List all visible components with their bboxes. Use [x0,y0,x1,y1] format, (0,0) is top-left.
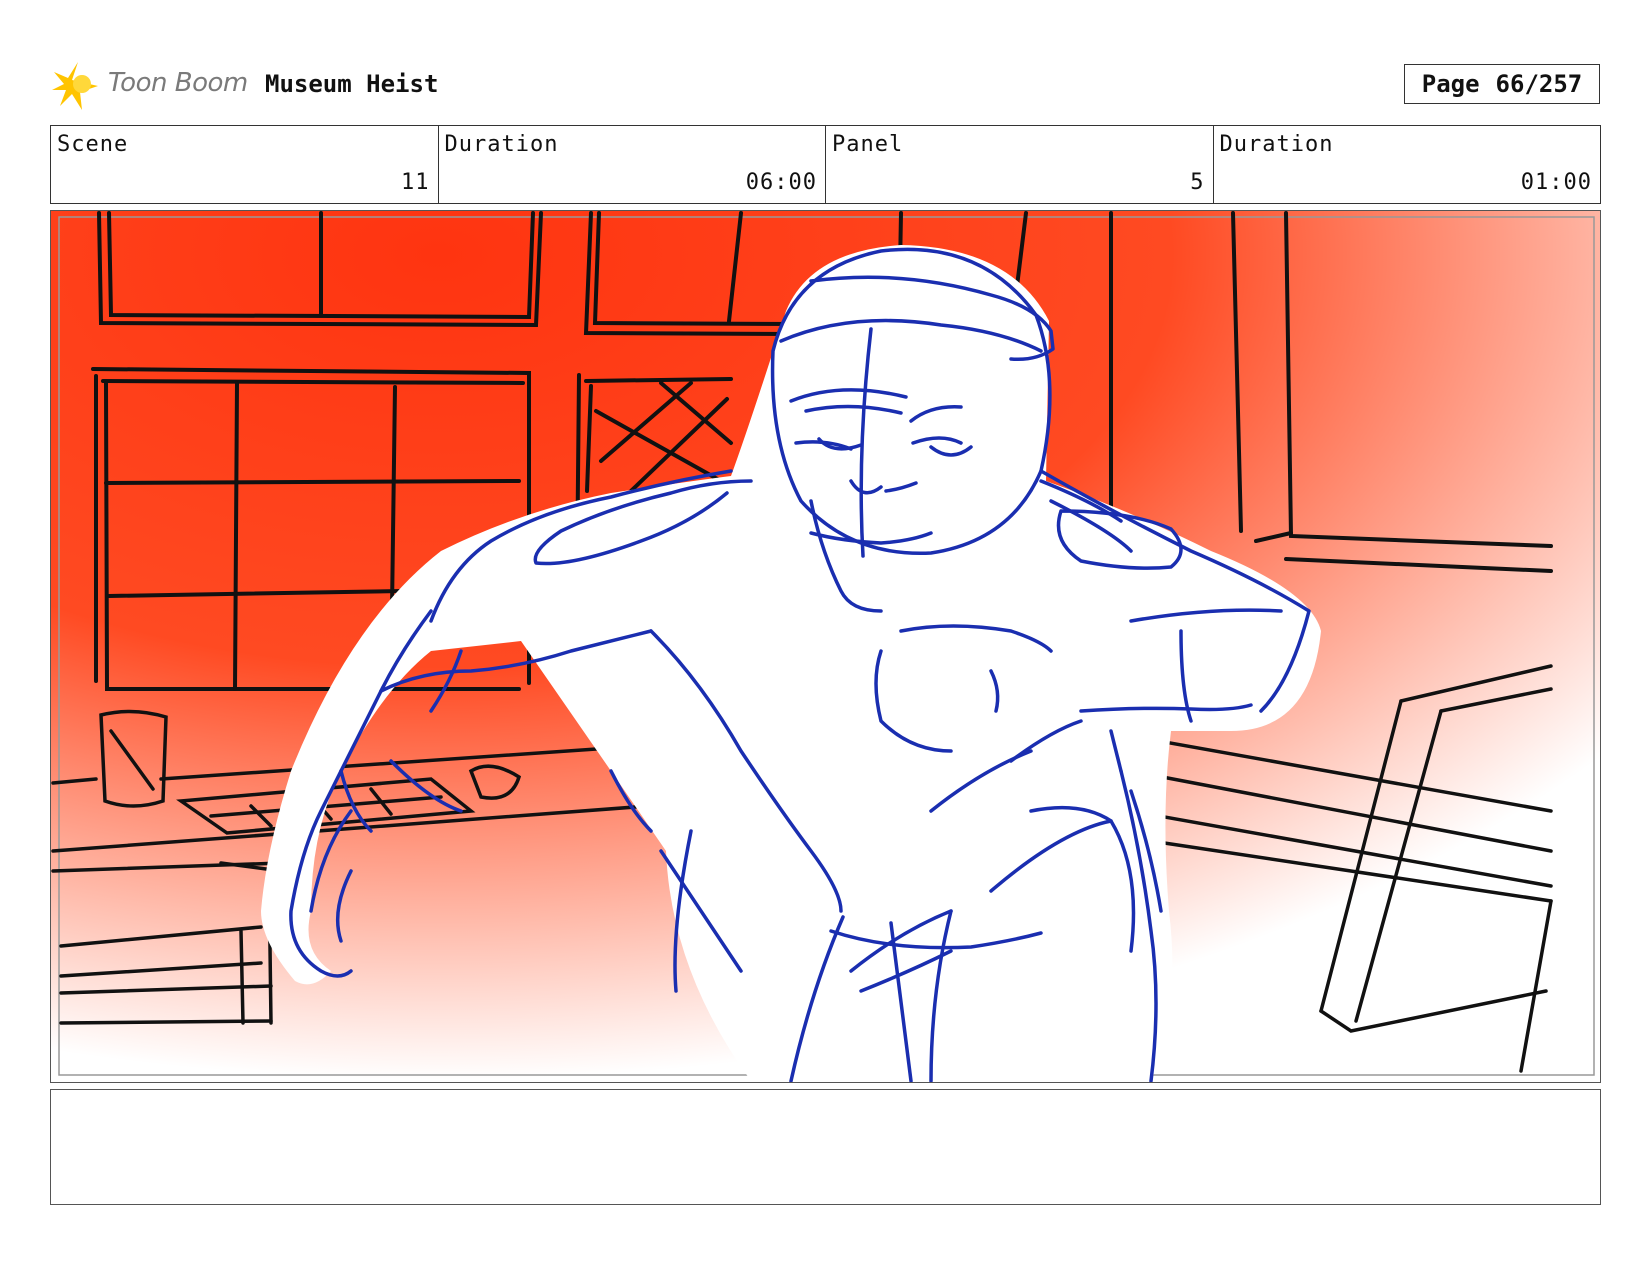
starburst-icon [52,62,98,110]
panel-duration-cell: Duration 01:00 [1214,126,1601,203]
scene-label: Scene [57,132,129,157]
scene-duration-cell: Duration 06:00 [439,126,826,203]
storyboard-panel-image [50,210,1601,1083]
page-indicator: Page 66/257 [1404,64,1600,104]
scene-cell: Scene 11 [51,126,439,203]
caption-box [50,1089,1601,1205]
scene-duration-label: Duration [444,132,559,157]
project-title: Museum Heist [265,70,439,98]
scene-value: 11 [401,170,430,195]
toon-boom-logo: Toon Boom [52,58,252,114]
logo-text: Toon Boom [108,68,248,98]
panel-info-bar: Scene 11 Duration 06:00 Panel 5 Duration… [50,125,1601,204]
panel-cell: Panel 5 [826,126,1214,203]
sketch-illustration [51,211,1600,1082]
page-number: 66/257 [1495,70,1583,98]
panel-value: 5 [1190,170,1205,195]
scene-duration-value: 06:00 [745,170,817,195]
panel-duration-label: Duration [1219,132,1334,157]
panel-duration-value: 01:00 [1520,170,1592,195]
panel-label: Panel [832,132,904,157]
page-label: Page [1421,70,1480,98]
